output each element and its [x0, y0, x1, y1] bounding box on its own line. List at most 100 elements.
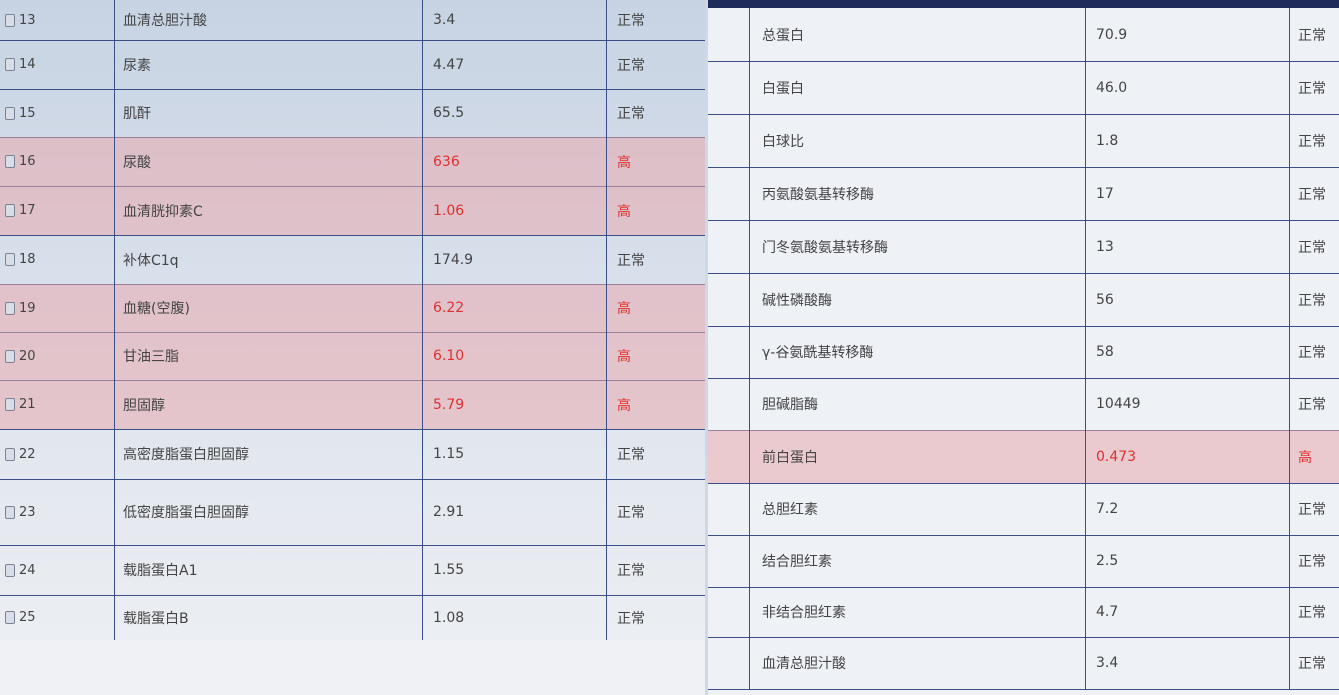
- table-row[interactable]: 门冬氨酸氨基转移酶 13 正常: [708, 220, 1339, 274]
- table-row[interactable]: 前白蛋白 0.473 高: [708, 430, 1339, 484]
- row-index: 17: [19, 203, 36, 218]
- row-checkbox[interactable]: [5, 447, 15, 461]
- test-status: 正常: [1298, 345, 1326, 361]
- test-value: 56: [1086, 273, 1290, 326]
- test-status: 正常: [1298, 133, 1326, 150]
- table-row[interactable]: 23 低密度脂蛋白胆固醇 2.91 正常: [0, 479, 705, 546]
- row-index: 22: [19, 446, 36, 462]
- row-checkbox[interactable]: [5, 106, 15, 120]
- table-row[interactable]: 14 尿素 4.47 正常: [0, 40, 705, 90]
- test-value: 3.4: [1086, 637, 1290, 689]
- test-status: 正常: [1298, 656, 1326, 672]
- test-status: 正常: [617, 252, 645, 269]
- test-status: 正常: [1298, 186, 1326, 203]
- test-value: 17: [1086, 167, 1290, 220]
- test-status: 正常: [1298, 292, 1326, 309]
- row-checkbox[interactable]: [5, 611, 15, 624]
- table-row[interactable]: 碱性磷酸酶 56 正常: [708, 273, 1339, 327]
- row-index: 15: [19, 105, 36, 121]
- test-value: 1.8: [1086, 114, 1290, 167]
- table-footer-area: [0, 640, 705, 695]
- test-value: 5.79: [423, 380, 607, 429]
- test-name: 载脂蛋白B: [115, 595, 423, 640]
- test-status: 正常: [617, 505, 645, 521]
- test-status: 正常: [617, 610, 645, 627]
- row-index: 18: [19, 252, 36, 267]
- test-value: 70.9: [1086, 8, 1290, 61]
- table-row[interactable]: 19 血糖(空腹) 6.22 高: [0, 284, 705, 333]
- right-results-table: 总蛋白 70.9 正常 白蛋白 46.0 正常 白球比 1.8 正常 丙氨酸氨基…: [708, 0, 1339, 695]
- table-row[interactable]: 20 甘油三脂 6.10 高: [0, 332, 705, 381]
- table-row[interactable]: 胆碱脂酶 10449 正常: [708, 378, 1339, 431]
- row-checkbox[interactable]: [5, 398, 15, 411]
- test-name: 前白蛋白: [750, 430, 1086, 483]
- test-name: 丙氨酸氨基转移酶: [750, 167, 1086, 220]
- table-row[interactable]: 血清总胆汁酸 3.4 正常: [708, 637, 1339, 690]
- row-checkbox[interactable]: [5, 301, 15, 315]
- test-name: 肌酐: [115, 89, 423, 137]
- test-value: 2.91: [423, 479, 607, 545]
- row-checkbox[interactable]: [5, 505, 15, 519]
- test-name: 白蛋白: [750, 61, 1086, 114]
- table-row[interactable]: 16 尿酸 636 高: [0, 137, 705, 187]
- row-checkbox[interactable]: [5, 253, 15, 266]
- test-status: 正常: [1298, 397, 1326, 413]
- test-value: 0.473: [1086, 430, 1290, 483]
- table-row[interactable]: 白蛋白 46.0 正常: [708, 61, 1339, 115]
- table-row[interactable]: 总胆红素 7.2 正常: [708, 483, 1339, 536]
- table-row[interactable]: 结合胆红素 2.5 正常: [708, 535, 1339, 588]
- table-row[interactable]: 总蛋白 70.9 正常: [708, 8, 1339, 62]
- row-index: 25: [19, 610, 36, 625]
- table-row[interactable]: γ-谷氨酰基转移酶 58 正常: [708, 326, 1339, 379]
- test-status: 高: [617, 349, 631, 365]
- test-name: γ-谷氨酰基转移酶: [750, 326, 1086, 378]
- test-value: 7.2: [1086, 483, 1290, 535]
- row-checkbox[interactable]: [5, 563, 15, 577]
- test-status: 正常: [1298, 605, 1326, 621]
- test-status: 正常: [1298, 502, 1326, 518]
- test-status: 正常: [617, 106, 645, 122]
- row-checkbox[interactable]: [5, 349, 15, 363]
- test-value: 4.7: [1086, 587, 1290, 637]
- table-row[interactable]: 非结合胆红素 4.7 正常: [708, 587, 1339, 638]
- test-name: 总胆红素: [750, 483, 1086, 535]
- row-index: 14: [19, 57, 36, 72]
- table-row[interactable]: 白球比 1.8 正常: [708, 114, 1339, 168]
- test-status: 正常: [1298, 80, 1326, 97]
- table-row[interactable]: 21 胆固醇 5.79 高: [0, 380, 705, 430]
- test-name: 低密度脂蛋白胆固醇: [115, 479, 423, 545]
- test-status: 正常: [1298, 27, 1326, 44]
- row-checkbox[interactable]: [5, 13, 15, 27]
- test-name: 尿素: [115, 40, 423, 89]
- test-name: 血清总胆汁酸: [115, 0, 423, 40]
- table-row[interactable]: 18 补体C1q 174.9 正常: [0, 235, 705, 285]
- test-value: 6.10: [423, 332, 607, 380]
- test-status: 高: [617, 154, 631, 171]
- test-status: 正常: [617, 447, 645, 463]
- row-index: 20: [19, 348, 36, 364]
- table-row[interactable]: 13 血清总胆汁酸 3.4 正常: [0, 0, 705, 41]
- test-value: 1.55: [423, 545, 607, 595]
- row-checkbox[interactable]: [5, 155, 15, 168]
- table-row[interactable]: 24 载脂蛋白A1 1.55 正常: [0, 545, 705, 596]
- table-row[interactable]: 25 载脂蛋白B 1.08 正常: [0, 595, 705, 641]
- table-row[interactable]: 22 高密度脂蛋白胆固醇 1.15 正常: [0, 429, 705, 480]
- test-value: 3.4: [423, 0, 607, 40]
- test-name: 血清总胆汁酸: [750, 637, 1086, 689]
- table-row[interactable]: 丙氨酸氨基转移酶 17 正常: [708, 167, 1339, 221]
- row-checkbox[interactable]: [5, 204, 15, 217]
- test-status: 高: [617, 301, 631, 317]
- test-name: 高密度脂蛋白胆固醇: [115, 429, 423, 479]
- row-index: 19: [19, 300, 36, 316]
- test-name: 门冬氨酸氨基转移酶: [750, 220, 1086, 273]
- test-value: 1.15: [423, 429, 607, 479]
- test-name: 载脂蛋白A1: [115, 545, 423, 595]
- table-row[interactable]: 15 肌酐 65.5 正常: [0, 89, 705, 138]
- test-value: 46.0: [1086, 61, 1290, 114]
- test-value: 2.5: [1086, 535, 1290, 587]
- row-index: 24: [19, 562, 36, 578]
- test-name: 补体C1q: [115, 235, 423, 284]
- test-status: 正常: [1298, 554, 1326, 570]
- table-row[interactable]: 17 血清胱抑素C 1.06 高: [0, 186, 705, 236]
- row-checkbox[interactable]: [5, 58, 15, 71]
